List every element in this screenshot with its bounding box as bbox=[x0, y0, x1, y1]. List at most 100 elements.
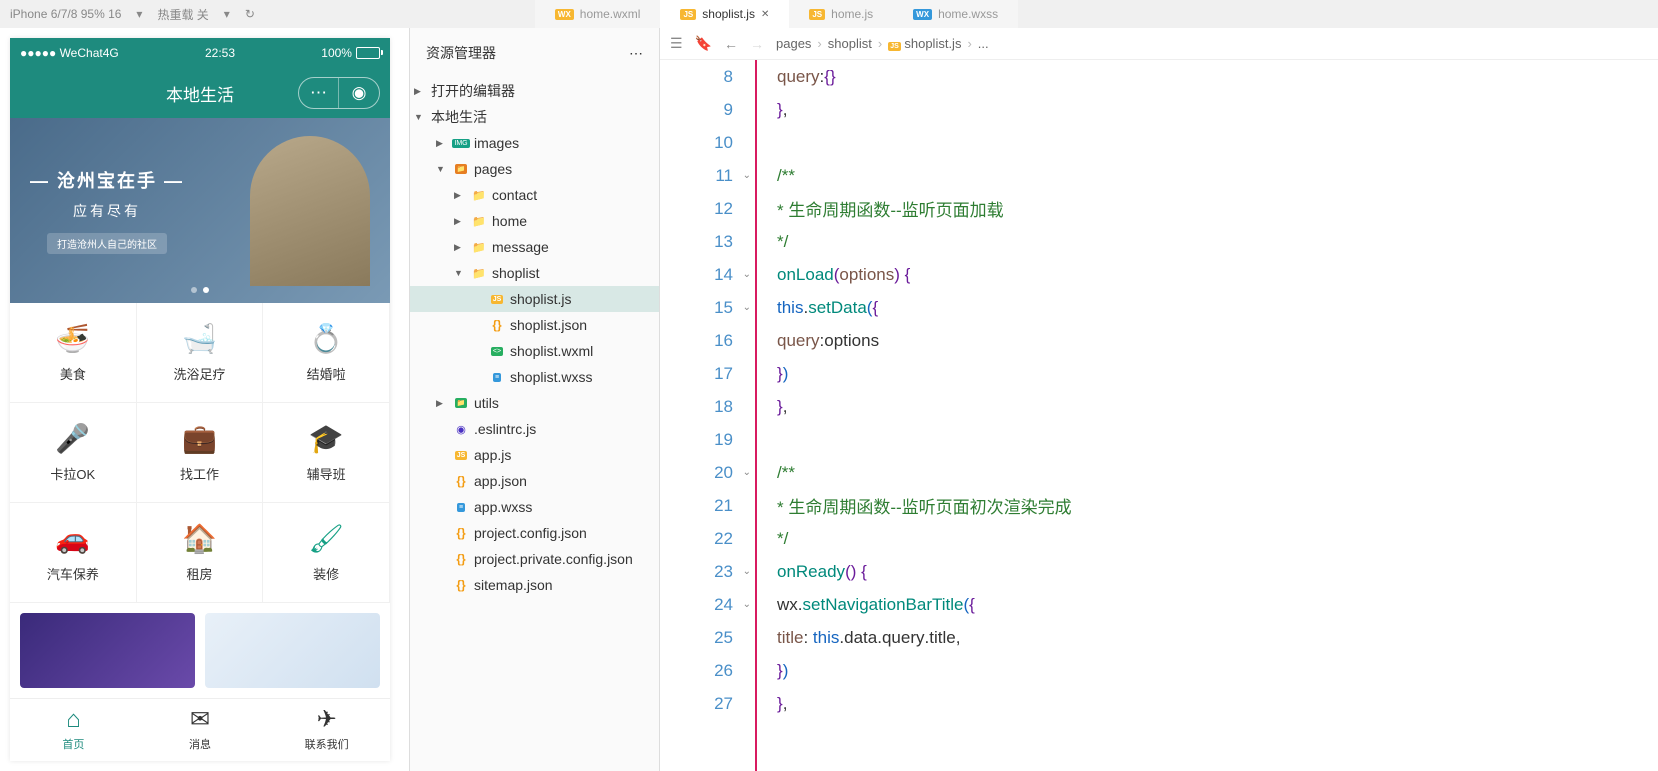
category-icon: 🖌 bbox=[310, 522, 342, 554]
file-icon: <> bbox=[489, 343, 505, 359]
time-label: 22:53 bbox=[205, 46, 235, 60]
file-icon: {} bbox=[453, 551, 469, 567]
simulator-panel: ●●●●● WeChat4G 22:53 100% 本地生活 ⋯ ◉ — 沧州宝… bbox=[0, 28, 410, 771]
explorer-panel: 资源管理器 ⋯ ▶ 打开的编辑器 ▼ 本地生活 ▶IMGimages▼📁page… bbox=[410, 28, 660, 771]
category-item[interactable]: 💍结婚啦 bbox=[263, 303, 390, 403]
category-item[interactable]: 🏠租房 bbox=[137, 503, 264, 603]
editor-tab[interactable]: JShome.js bbox=[789, 0, 893, 28]
file-icon: 📁 bbox=[471, 187, 487, 203]
category-item[interactable]: 🛁洗浴足疗 bbox=[137, 303, 264, 403]
tree-item[interactable]: ≡app.wxss bbox=[410, 494, 659, 520]
more-icon[interactable]: ⋯ bbox=[629, 45, 643, 62]
tree-item[interactable]: JSapp.js bbox=[410, 442, 659, 468]
section-opened-editors[interactable]: ▶ 打开的编辑器 bbox=[410, 78, 659, 104]
category-label: 洗浴足疗 bbox=[173, 364, 225, 383]
promo-card[interactable] bbox=[205, 613, 380, 688]
editor-tab[interactable]: WXhome.wxml bbox=[535, 0, 661, 28]
editor-tab[interactable]: JSshoplist.js✕ bbox=[660, 0, 789, 28]
section-project[interactable]: ▼ 本地生活 bbox=[410, 104, 659, 130]
breadcrumb[interactable]: pages›shoplist›JS shoplist.js›... bbox=[776, 36, 989, 51]
menu-icon[interactable]: ⋯ bbox=[299, 78, 339, 108]
target-icon[interactable]: ◉ bbox=[339, 78, 379, 108]
promo-row bbox=[10, 603, 390, 698]
category-item[interactable]: 🎓辅导班 bbox=[263, 403, 390, 503]
tabbar-item[interactable]: ✈联系我们 bbox=[263, 699, 390, 758]
capsule-menu[interactable]: ⋯ ◉ bbox=[298, 77, 380, 109]
tree-item[interactable]: {}project.private.config.json bbox=[410, 546, 659, 572]
tree-item[interactable]: <>shoplist.wxml bbox=[410, 338, 659, 364]
tabbar-item[interactable]: ⌂ 首页 bbox=[10, 699, 137, 758]
top-toolbar: iPhone 6/7/8 95% 16 ▾ 热重载 关 ▾ ↻ WXhome.w… bbox=[0, 0, 1658, 28]
fold-icon[interactable]: ⌄ bbox=[743, 170, 751, 181]
category-item[interactable]: 💼 找工作 bbox=[137, 403, 264, 503]
file-icon: {} bbox=[489, 317, 505, 333]
tree-item[interactable]: ▶IMGimages bbox=[410, 130, 659, 156]
explorer-title: 资源管理器 bbox=[426, 43, 496, 63]
tree-item[interactable]: ▼📁pages bbox=[410, 156, 659, 182]
tree-item[interactable]: ▶📁home bbox=[410, 208, 659, 234]
fold-icon[interactable]: ⌄ bbox=[743, 467, 751, 478]
tab-icon: ⌂ bbox=[66, 706, 81, 734]
file-icon: {} bbox=[453, 525, 469, 541]
explorer-header: 资源管理器 ⋯ bbox=[410, 28, 659, 78]
promo-card[interactable] bbox=[20, 613, 195, 688]
fold-icon[interactable]: ⌄ bbox=[743, 302, 751, 313]
file-icon: JS bbox=[489, 291, 505, 307]
category-label: 装修 bbox=[313, 564, 339, 583]
tabbar-item[interactable]: ✉消息 bbox=[137, 699, 264, 758]
tree-item[interactable]: ▶📁message bbox=[410, 234, 659, 260]
bookmark-icon[interactable]: 🔖 bbox=[695, 35, 712, 52]
tab-icon: ✉ bbox=[190, 705, 210, 734]
tab-label: 联系我们 bbox=[305, 736, 349, 752]
file-icon: 📁 bbox=[453, 395, 469, 411]
file-icon: JS bbox=[888, 42, 901, 51]
tree-item[interactable]: ▶📁contact bbox=[410, 182, 659, 208]
code-area[interactable]: 891011⌄121314⌄15⌄1617181920⌄212223⌄24⌄25… bbox=[660, 60, 1658, 771]
fold-icon[interactable]: ⌄ bbox=[743, 566, 751, 577]
tree-item[interactable]: {}app.json bbox=[410, 468, 659, 494]
file-icon: JS bbox=[680, 9, 696, 20]
category-icon: 🎤 bbox=[57, 422, 89, 454]
category-icon: 🚗 bbox=[57, 522, 89, 554]
editor-tab[interactable]: WXhome.wxss bbox=[893, 0, 1018, 28]
tree-item[interactable]: ▶📁utils bbox=[410, 390, 659, 416]
close-icon[interactable]: ✕ bbox=[761, 9, 769, 20]
gutter: 891011⌄121314⌄15⌄1617181920⌄212223⌄24⌄25… bbox=[660, 60, 755, 771]
tree-item[interactable]: ▼📁shoplist bbox=[410, 260, 659, 286]
file-icon: {} bbox=[453, 577, 469, 593]
category-label: 辅导班 bbox=[307, 464, 346, 483]
forward-icon[interactable]: → bbox=[750, 36, 764, 52]
category-label: 找工作 bbox=[180, 464, 219, 483]
category-label: 美食 bbox=[60, 364, 86, 383]
device-label[interactable]: iPhone 6/7/8 95% 16 bbox=[10, 7, 121, 21]
category-item[interactable]: 🚗汽车保养 bbox=[10, 503, 137, 603]
list-icon[interactable]: ☰ bbox=[670, 35, 683, 52]
category-icon: 🍜 bbox=[57, 322, 89, 354]
editor-toolbar: ☰ 🔖 ← → pages›shoplist›JS shoplist.js›..… bbox=[660, 28, 1658, 60]
tree-item[interactable]: {}project.config.json bbox=[410, 520, 659, 546]
category-label: 卡拉OK bbox=[50, 464, 95, 483]
file-icon: JS bbox=[809, 9, 825, 20]
banner-subhead: 应有尽有 bbox=[30, 201, 184, 221]
tab-label: 首页 bbox=[62, 736, 84, 752]
banner-image bbox=[250, 136, 370, 286]
hotreload-label[interactable]: 热重载 关 bbox=[157, 6, 208, 23]
phone-statusbar: ●●●●● WeChat4G 22:53 100% bbox=[10, 38, 390, 68]
fold-icon[interactable]: ⌄ bbox=[743, 269, 751, 280]
back-icon[interactable]: ← bbox=[724, 36, 738, 52]
tree-item[interactable]: JSshoplist.js bbox=[410, 286, 659, 312]
category-item[interactable]: 🖌 装修 bbox=[263, 503, 390, 603]
category-item[interactable]: 🎤 卡拉OK bbox=[10, 403, 137, 503]
tree-item[interactable]: ◉.eslintrc.js bbox=[410, 416, 659, 442]
file-icon: ≡ bbox=[453, 499, 469, 515]
banner-headline: — 沧州宝在手 — bbox=[30, 167, 184, 193]
tree-item[interactable]: {}shoplist.json bbox=[410, 312, 659, 338]
category-icon: 💼 bbox=[183, 422, 215, 454]
banner[interactable]: — 沧州宝在手 — 应有尽有 打造沧州人自己的社区 bbox=[10, 118, 390, 303]
tree-item[interactable]: {}sitemap.json bbox=[410, 572, 659, 598]
refresh-icon[interactable]: ↻ bbox=[245, 7, 255, 21]
tree-item[interactable]: ≡shoplist.wxss bbox=[410, 364, 659, 390]
fold-icon[interactable]: ⌄ bbox=[743, 599, 751, 610]
category-item[interactable]: 🍜 美食 bbox=[10, 303, 137, 403]
battery-icon bbox=[356, 47, 380, 59]
